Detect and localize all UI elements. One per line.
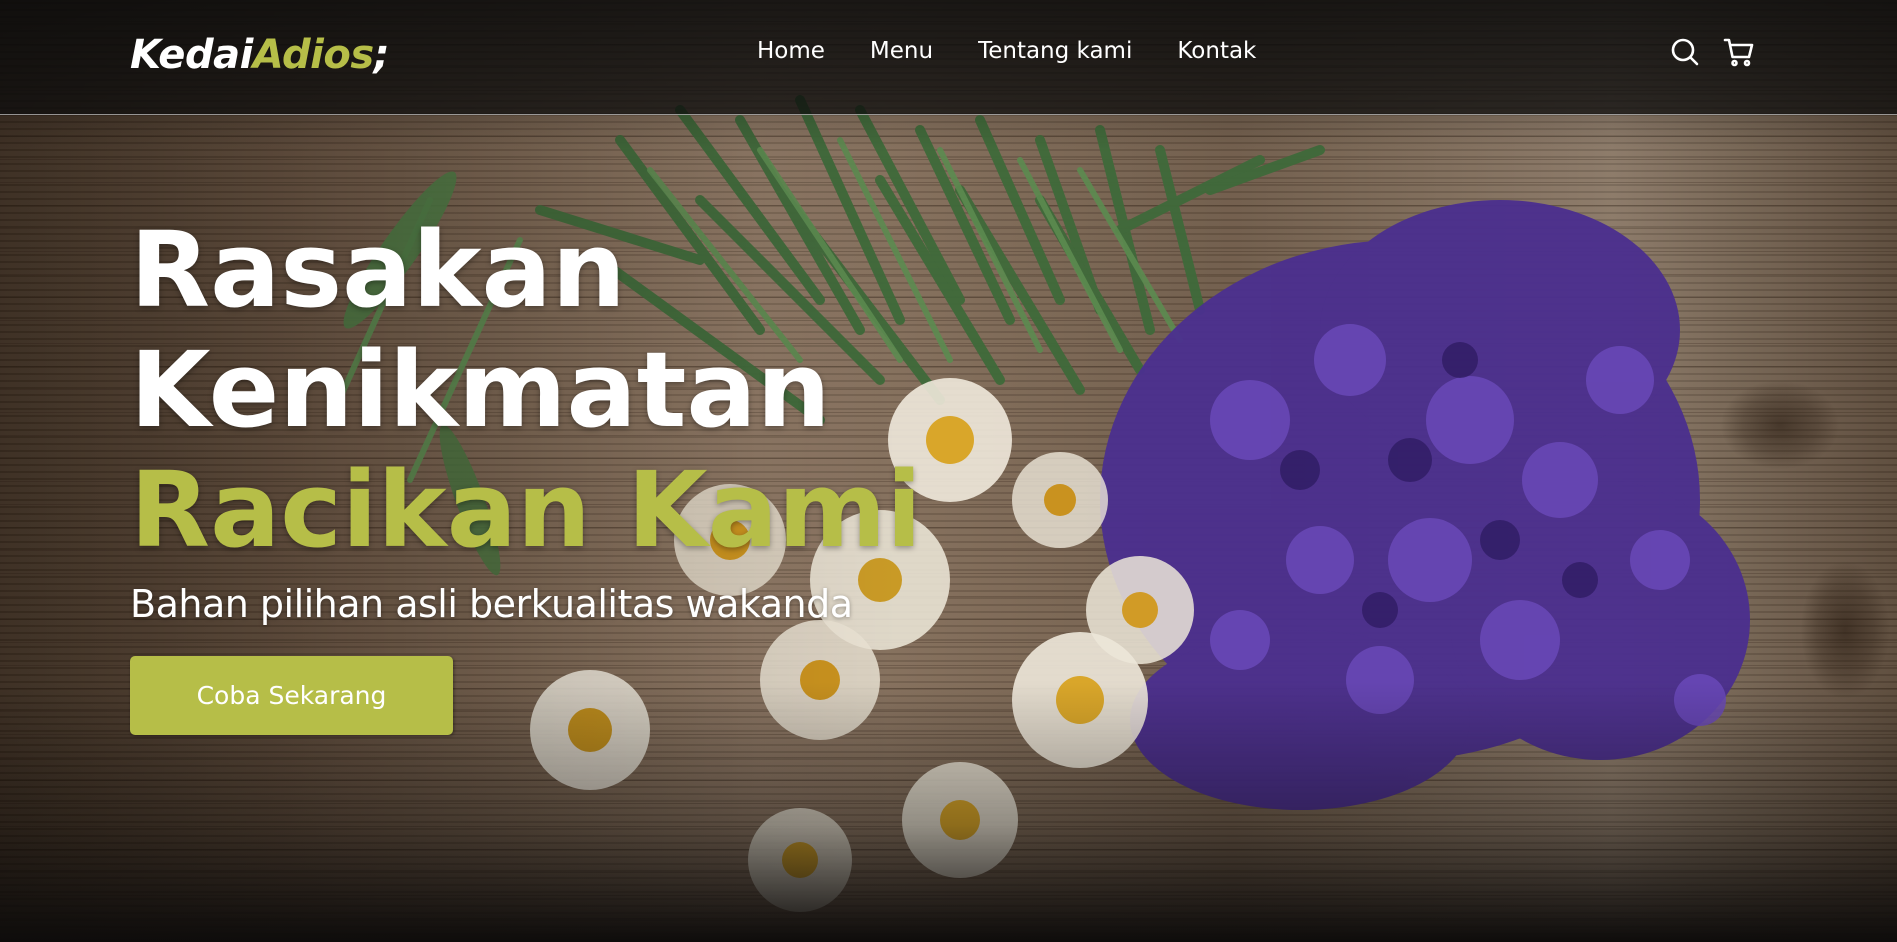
nav-link-kontak[interactable]: Kontak [1177, 34, 1256, 68]
hero-headline-line1: Rasakan [130, 209, 626, 331]
brand-name-part1: Kedai [130, 32, 253, 78]
nav-link-tentang-kami[interactable]: Tentang kami [978, 34, 1132, 68]
nav-link-menu[interactable]: Menu [870, 34, 933, 68]
hero-headline: Rasakan Kenikmatan Racikan Kami [130, 210, 1030, 570]
nav-icons [1669, 36, 1755, 68]
brand-name-suffix: ; [373, 32, 390, 78]
nav-links: Home Menu Tentang kami Kontak [757, 34, 1301, 68]
hero-headline-line3: Racikan Kami [130, 449, 922, 571]
shopping-cart-icon[interactable] [1723, 36, 1755, 68]
nav-link-home[interactable]: Home [757, 34, 825, 68]
brand-name-part2: Adios [252, 32, 374, 78]
hero-content: Rasakan Kenikmatan Racikan Kami Bahan pi… [130, 210, 1030, 735]
navbar: KedaiAdios; Home Menu Tentang kami Konta… [0, 0, 1897, 115]
search-icon[interactable] [1669, 36, 1701, 68]
hero-headline-line2: Kenikmatan [130, 329, 831, 451]
hero-subtitle: Bahan pilihan asli berkualitas wakanda [130, 582, 853, 626]
coba-sekarang-button[interactable]: Coba Sekarang [130, 656, 453, 735]
brand-logo[interactable]: KedaiAdios; [130, 30, 390, 80]
